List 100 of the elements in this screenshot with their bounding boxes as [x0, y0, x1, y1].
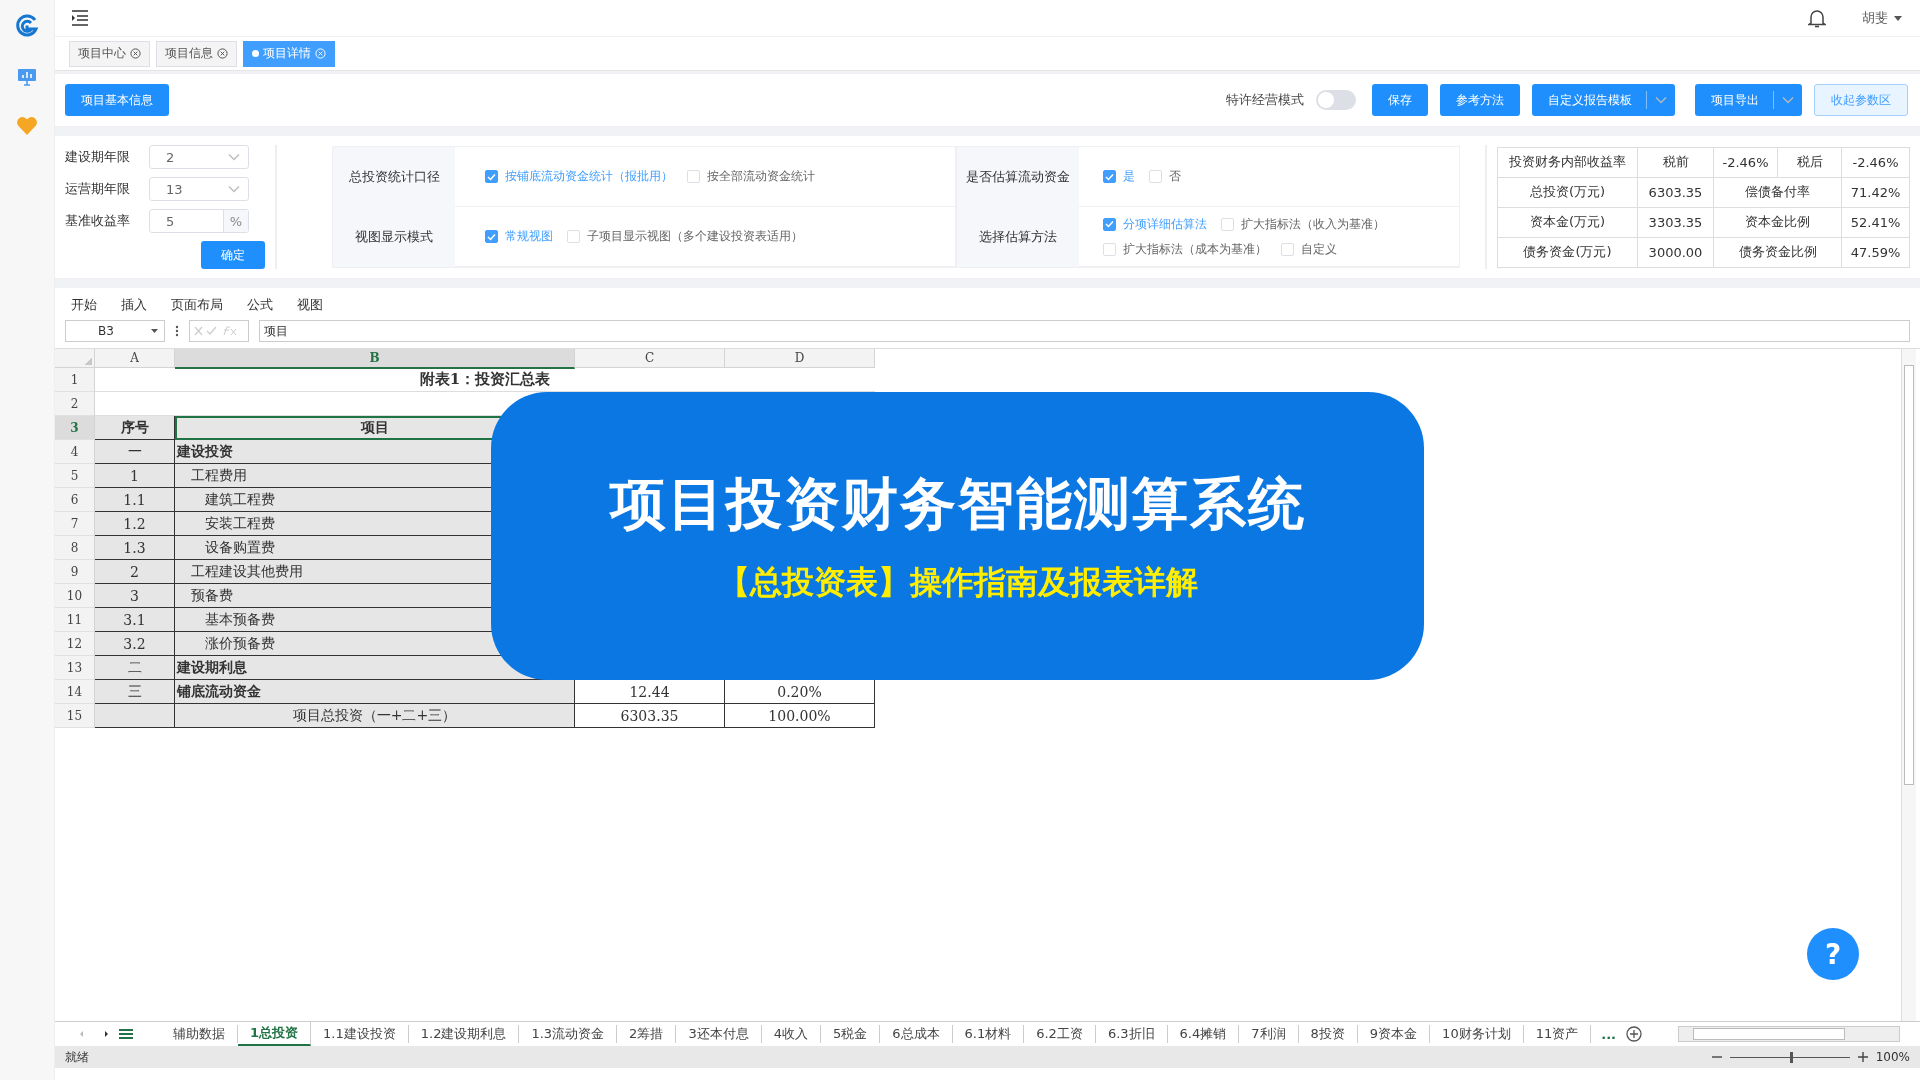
sheet-tab[interactable]: 6.3折旧: [1095, 1025, 1168, 1043]
row-number[interactable]: 4: [55, 440, 95, 464]
banner-title: 项目投资财务智能测算系统: [609, 470, 1306, 538]
checkbox[interactable]: [485, 170, 498, 183]
checkbox[interactable]: [485, 230, 498, 243]
vertical-scrollbar[interactable]: [1901, 349, 1916, 1021]
formula-field[interactable]: 项目: [259, 320, 1910, 342]
sheet-tab[interactable]: 辅助数据: [161, 1025, 238, 1043]
checkbox-option[interactable]: 扩大指标法（成本为基准）: [1103, 240, 1267, 258]
field-label: 基准收益率: [65, 212, 131, 230]
row-number[interactable]: 6: [55, 488, 95, 512]
sheet-tab[interactable]: 1.2建设期利息: [408, 1025, 520, 1043]
ribbon-tab[interactable]: 开始: [71, 296, 97, 314]
select-field[interactable]: 13: [149, 177, 249, 201]
row-number[interactable]: 15: [55, 704, 95, 728]
metric-cell: 资本金比例: [1714, 207, 1842, 238]
metric-cell: 投资财务内部收益率: [1498, 147, 1638, 178]
table-cell: 3.2: [95, 632, 175, 656]
sheet-tab[interactable]: 6总成本: [880, 1025, 953, 1043]
sheet-tab[interactable]: 6.1材料: [952, 1025, 1025, 1043]
user-menu[interactable]: 胡斐: [1862, 9, 1902, 27]
sheet-tab[interactable]: 1.1建设投资: [311, 1025, 409, 1043]
page-tab[interactable]: 项目信息: [156, 40, 237, 67]
option-label: 视图显示模式: [333, 207, 455, 267]
table-cell: 12.44: [575, 680, 725, 704]
row-number[interactable]: 13: [55, 656, 95, 680]
sheet-tab[interactable]: 6.4摊销: [1167, 1025, 1240, 1043]
row-number[interactable]: 2: [55, 392, 95, 416]
field-label: 建设期年限: [65, 148, 131, 166]
sheet-tab[interactable]: 3还本付息: [676, 1025, 762, 1043]
more-tabs[interactable]: ...: [1591, 1026, 1627, 1042]
option-label: 总投资统计口径: [333, 147, 455, 207]
sheet-tab[interactable]: 11资产: [1523, 1025, 1592, 1043]
row-number[interactable]: 10: [55, 584, 95, 608]
logo-icon: [15, 14, 39, 38]
table-cell: 2: [95, 560, 175, 584]
column-header[interactable]: B: [175, 349, 575, 369]
sheet-tab[interactable]: 9资本金: [1357, 1025, 1431, 1043]
checkbox-option[interactable]: 按全部流动资金统计: [687, 168, 815, 185]
name-box[interactable]: B3: [65, 320, 165, 342]
row-number[interactable]: 5: [55, 464, 95, 488]
row-number[interactable]: 7: [55, 512, 95, 536]
row-number[interactable]: 1: [55, 368, 95, 392]
sheet-tab[interactable]: 8投资: [1298, 1025, 1358, 1043]
sheet-tab[interactable]: 6.2工资: [1024, 1025, 1096, 1043]
metric-cell: 税后: [1778, 147, 1842, 178]
sheet-tab[interactable]: 1.3流动资金: [519, 1025, 618, 1043]
metric-cell: 偿债备付率: [1714, 177, 1842, 208]
row-number[interactable]: 11: [55, 608, 95, 632]
sheet-tab[interactable]: 10财务计划: [1430, 1025, 1524, 1043]
page-tab[interactable]: 项目中心: [69, 40, 150, 67]
table-cell: 一: [95, 440, 175, 464]
metric-cell: 债务资金比例: [1714, 237, 1842, 268]
metric-cell: 税前: [1638, 147, 1714, 178]
metric-cell: 资本金(万元): [1498, 207, 1638, 238]
sheet-tab[interactable]: 5税金: [820, 1025, 881, 1043]
checkbox[interactable]: [1103, 170, 1116, 183]
ribbon-tab[interactable]: 公式: [247, 296, 273, 314]
row-number[interactable]: 8: [55, 536, 95, 560]
horizontal-scrollbar[interactable]: [1678, 1026, 1900, 1042]
heart-icon[interactable]: [16, 116, 38, 136]
table-cell: 3: [95, 584, 175, 608]
row-number[interactable]: 9: [55, 560, 95, 584]
checkbox-option[interactable]: 否: [1149, 168, 1181, 185]
table-cell: 铺底流动资金: [175, 680, 575, 704]
checkbox[interactable]: [1103, 217, 1116, 231]
column-header[interactable]: C: [575, 349, 725, 368]
checkbox-option[interactable]: 子项目显示视图（多个建设投资表适用）: [567, 228, 803, 245]
ribbon-tab[interactable]: 页面布局: [171, 296, 223, 314]
metric-cell: 71.42%: [1842, 177, 1910, 208]
table-cell: 100.00%: [725, 704, 875, 728]
zoom-in-icon[interactable]: [1857, 1052, 1868, 1062]
metric-cell: -2.46%: [1842, 147, 1910, 178]
table-cell: 1.2: [95, 512, 175, 536]
ribbon-tab[interactable]: 视图: [297, 296, 323, 314]
checkbox-option[interactable]: 扩大指标法（收入为基准）: [1221, 215, 1385, 233]
ribbon-tab[interactable]: 插入: [121, 296, 147, 314]
add-sheet-icon[interactable]: [1626, 1026, 1643, 1042]
close-icon[interactable]: [130, 48, 141, 59]
close-icon[interactable]: [217, 48, 228, 59]
row-number[interactable]: 12: [55, 632, 95, 656]
column-header[interactable]: D: [725, 349, 875, 368]
menu-icon[interactable]: [71, 10, 89, 26]
metric-cell: 47.59%: [1842, 237, 1910, 268]
sheet-tab[interactable]: 4收入: [761, 1025, 821, 1043]
select-field[interactable]: 2: [149, 145, 249, 169]
row-number[interactable]: 14: [55, 680, 95, 704]
metric-cell: 52.41%: [1842, 207, 1910, 238]
select-all-corner[interactable]: [55, 349, 95, 368]
sheet-tab[interactable]: 2筹措: [617, 1025, 677, 1043]
checkbox-option[interactable]: 自定义: [1281, 240, 1337, 258]
monitor-chart-icon[interactable]: [17, 68, 37, 86]
mode-toggle[interactable]: [1316, 90, 1356, 110]
input-field[interactable]: 5 %: [149, 209, 249, 233]
row-number[interactable]: 3: [55, 416, 95, 440]
sheet-tab[interactable]: 7利润: [1239, 1025, 1299, 1043]
caret-icon: [1894, 15, 1902, 21]
bell-icon[interactable]: [1808, 8, 1826, 28]
column-header[interactable]: A: [95, 349, 175, 368]
more-icon[interactable]: [175, 325, 179, 337]
